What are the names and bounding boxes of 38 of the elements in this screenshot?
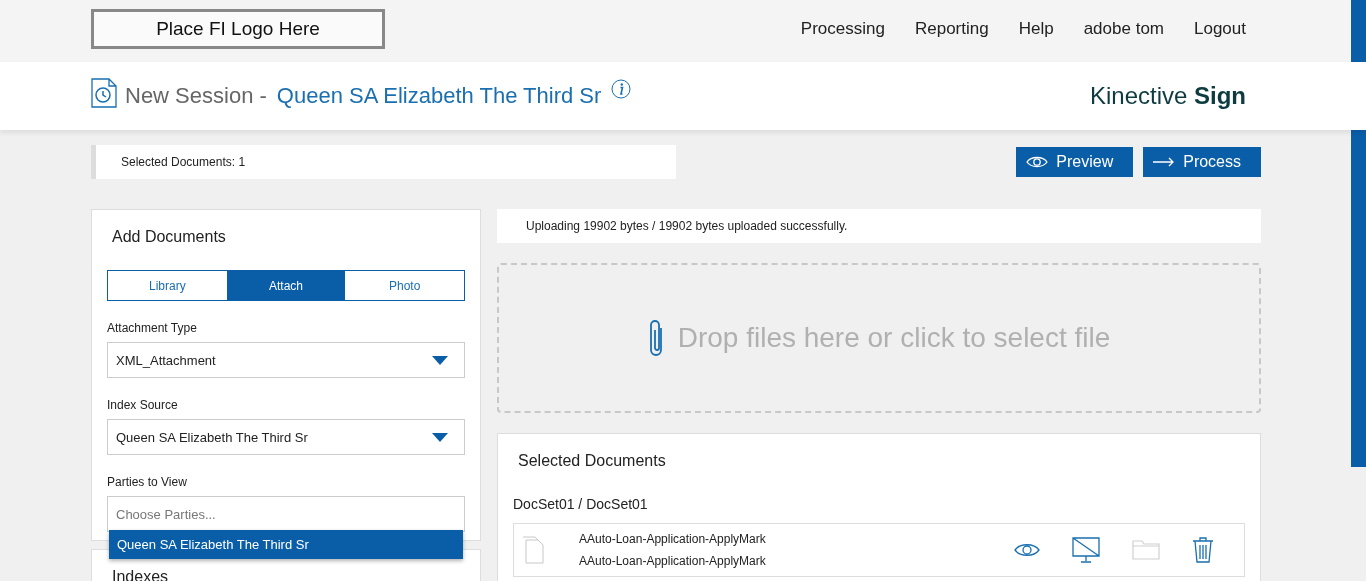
arrow-right-icon bbox=[1153, 157, 1176, 167]
nav-link[interactable]: Logout bbox=[1194, 19, 1246, 39]
crossed-monitor-icon[interactable] bbox=[1072, 537, 1100, 563]
info-icon[interactable] bbox=[611, 79, 632, 99]
eye-icon[interactable] bbox=[1014, 542, 1040, 558]
field-label: Parties to View bbox=[107, 475, 188, 489]
field-label: Attachment Type bbox=[107, 321, 198, 335]
caret-icon bbox=[432, 433, 448, 442]
caret-icon bbox=[432, 356, 448, 365]
brand-name: Kinective Sign bbox=[1089, 82, 1246, 110]
documents-icon bbox=[522, 536, 544, 564]
nav-link[interactable]: adobe tom bbox=[1083, 19, 1164, 39]
trash-icon[interactable] bbox=[1192, 537, 1214, 563]
customer-name: Queen SA Elizabeth The Third Sr bbox=[276, 83, 602, 109]
preview-button[interactable]: Preview bbox=[1016, 147, 1134, 177]
document-history-icon bbox=[91, 78, 117, 108]
parties-input[interactable]: Choose Parties... bbox=[107, 496, 465, 532]
panel-title: Selected Documents bbox=[517, 452, 667, 470]
document-name: AAuto-Loan-Application-ApplyMark bbox=[579, 532, 766, 546]
panel-title: Add Documents bbox=[111, 228, 227, 246]
document-row[interactable]: AAuto-Loan-Application-ApplyMark AAuto-Loan-Application-ApplyMark bbox=[513, 523, 1245, 577]
document-name: AAuto-Loan-Application-ApplyMark bbox=[579, 554, 766, 568]
docset-label: DocSet01 / DocSet01 bbox=[513, 496, 649, 512]
eye-icon bbox=[1026, 155, 1049, 169]
attachment-type-select[interactable]: XML_Attachment bbox=[107, 342, 465, 378]
tab[interactable]: Attach bbox=[226, 271, 346, 300]
drop-zone-text: Drop files here or click to select file bbox=[677, 322, 1111, 354]
page-title: New Session - bbox=[125, 83, 267, 109]
nav-link[interactable]: Processing bbox=[800, 19, 885, 39]
nav-link[interactable]: Reporting bbox=[914, 19, 989, 39]
process-button[interactable]: Process bbox=[1143, 147, 1261, 177]
logo-placeholder-text: Place FI Logo Here bbox=[156, 18, 320, 40]
selected-count: Selected Documents: 1 bbox=[121, 155, 246, 169]
field-label: Index Source bbox=[107, 398, 179, 412]
upload-message: Uploading 19902 bytes / 19902 bytes uploaded successfully. bbox=[526, 219, 848, 233]
dropdown-option[interactable]: Queen SA Elizabeth The Third Sr bbox=[109, 530, 463, 559]
index-source-select[interactable]: Queen SA Elizabeth The Third Sr bbox=[107, 419, 465, 455]
nav-link[interactable]: Help bbox=[1018, 19, 1054, 39]
